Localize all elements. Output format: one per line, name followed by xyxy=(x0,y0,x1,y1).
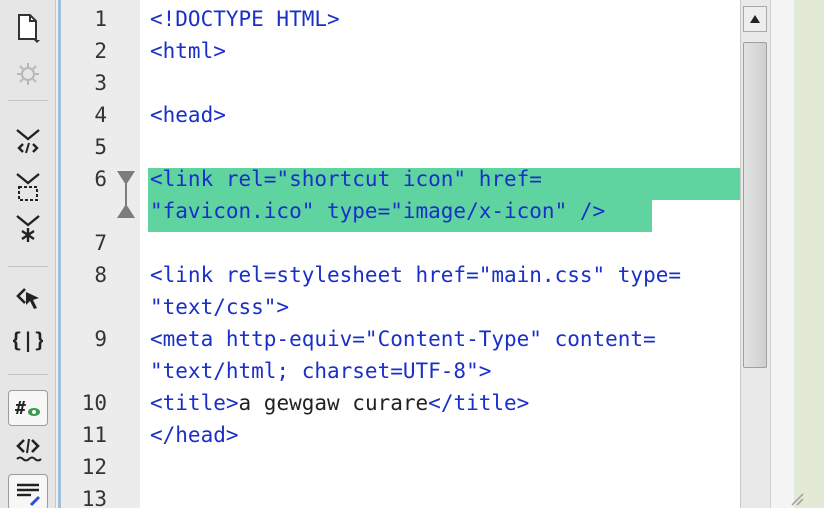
code-line[interactable]: <head> xyxy=(150,102,226,128)
expand-all-icon xyxy=(16,215,40,242)
code-line[interactable]: </head> xyxy=(150,422,239,448)
toolbar-separator xyxy=(8,266,48,267)
collapse-selection-icon xyxy=(16,173,40,201)
code-tag-token: <!DOCTYPE HTML> xyxy=(150,7,340,31)
code-line[interactable]: <title>a gewgaw curare</title> xyxy=(150,390,529,416)
new-file-icon xyxy=(18,14,40,43)
code-tag-token: <head> xyxy=(150,103,226,127)
line-number: 11 xyxy=(81,423,107,447)
code-line[interactable]: <link rel=stylesheet href="main.css" typ… xyxy=(150,262,681,288)
line-number: 4 xyxy=(94,103,107,127)
code-line[interactable]: "text/css"> xyxy=(150,294,289,320)
select-parent-tag-button[interactable] xyxy=(8,280,48,316)
code-line[interactable]: <html> xyxy=(150,38,226,64)
scroll-up-button[interactable] xyxy=(743,6,767,32)
code-tag-token: </title> xyxy=(428,391,530,415)
scrollbar-thumb[interactable] xyxy=(743,42,767,368)
code-line[interactable]: <meta http-equiv="Content-Type" content= xyxy=(150,326,656,352)
code-text-token: a gewgaw curare xyxy=(238,391,429,415)
line-numbers-icon: # xyxy=(15,398,40,419)
highlight-invalid-code-icon xyxy=(16,438,42,462)
line-number: 13 xyxy=(81,487,107,508)
balance-braces-button[interactable]: {|} xyxy=(8,322,48,358)
debug-gear-icon xyxy=(17,63,39,85)
arrow-up-icon xyxy=(750,15,760,23)
coding-toolbar: {|} # xyxy=(0,0,56,508)
code-line[interactable]: <link rel="shortcut icon" href= xyxy=(150,166,542,192)
code-line[interactable]: "favicon.ico" type="image/x-icon" /> xyxy=(150,198,605,224)
code-tag-token: <title> xyxy=(150,391,239,415)
adjacent-panel xyxy=(770,0,794,508)
line-number: 5 xyxy=(94,135,107,159)
collapse-full-tag-icon xyxy=(16,129,40,154)
debug-button[interactable] xyxy=(8,56,48,92)
line-numbers-button[interactable]: # xyxy=(8,390,48,426)
code-tag-token: <link rel="shortcut icon" href= xyxy=(150,167,542,191)
code-line[interactable]: <!DOCTYPE HTML> xyxy=(150,6,340,32)
balance-braces-icon: {|} xyxy=(13,328,43,352)
line-number: 7 xyxy=(94,231,107,255)
line-number: 9 xyxy=(94,327,107,351)
code-tag-token: <link rel=stylesheet href="main.css" typ… xyxy=(150,263,682,287)
select-parent-tag-icon xyxy=(16,288,39,309)
apply-comment-icon xyxy=(17,483,41,507)
background-window-edge xyxy=(794,0,824,508)
resize-grip-icon[interactable] xyxy=(788,490,804,506)
code-fold-range-line xyxy=(125,184,127,205)
code-tag-token: </head> xyxy=(150,423,239,447)
code-fold-end-marker[interactable] xyxy=(117,204,135,218)
line-number: 1 xyxy=(94,7,107,31)
line-number: 12 xyxy=(81,455,107,479)
toolbar-separator xyxy=(8,374,48,375)
code-tag-token: <html> xyxy=(150,39,226,63)
collapse-selection-button[interactable] xyxy=(8,170,48,206)
line-number: 8 xyxy=(94,263,107,287)
code-tag-token: "text/css"> xyxy=(150,295,290,319)
highlight-invalid-code-button[interactable] xyxy=(8,432,48,468)
line-number: 6 xyxy=(94,167,107,191)
svg-text:{|}: {|} xyxy=(13,328,43,352)
toolbar-separator xyxy=(8,100,48,101)
expand-all-button[interactable] xyxy=(8,212,48,248)
code-line[interactable]: "text/html; charset=UTF-8"> xyxy=(150,358,491,384)
line-number: 2 xyxy=(94,39,107,63)
collapse-full-tag-button[interactable] xyxy=(8,126,48,162)
svg-text:#: # xyxy=(15,398,26,419)
apply-comment-button[interactable] xyxy=(8,474,48,508)
code-tag-token: "favicon.ico" type="image/x-icon" /> xyxy=(150,199,606,223)
code-fold-start-marker[interactable] xyxy=(117,171,135,185)
line-number: 3 xyxy=(94,71,107,95)
new-file-button[interactable] xyxy=(8,10,48,46)
code-tag-token: <meta http-equiv="Content-Type" content= xyxy=(150,327,656,351)
code-tag-token: "text/html; charset=UTF-8"> xyxy=(150,359,492,383)
line-number: 10 xyxy=(81,391,107,415)
